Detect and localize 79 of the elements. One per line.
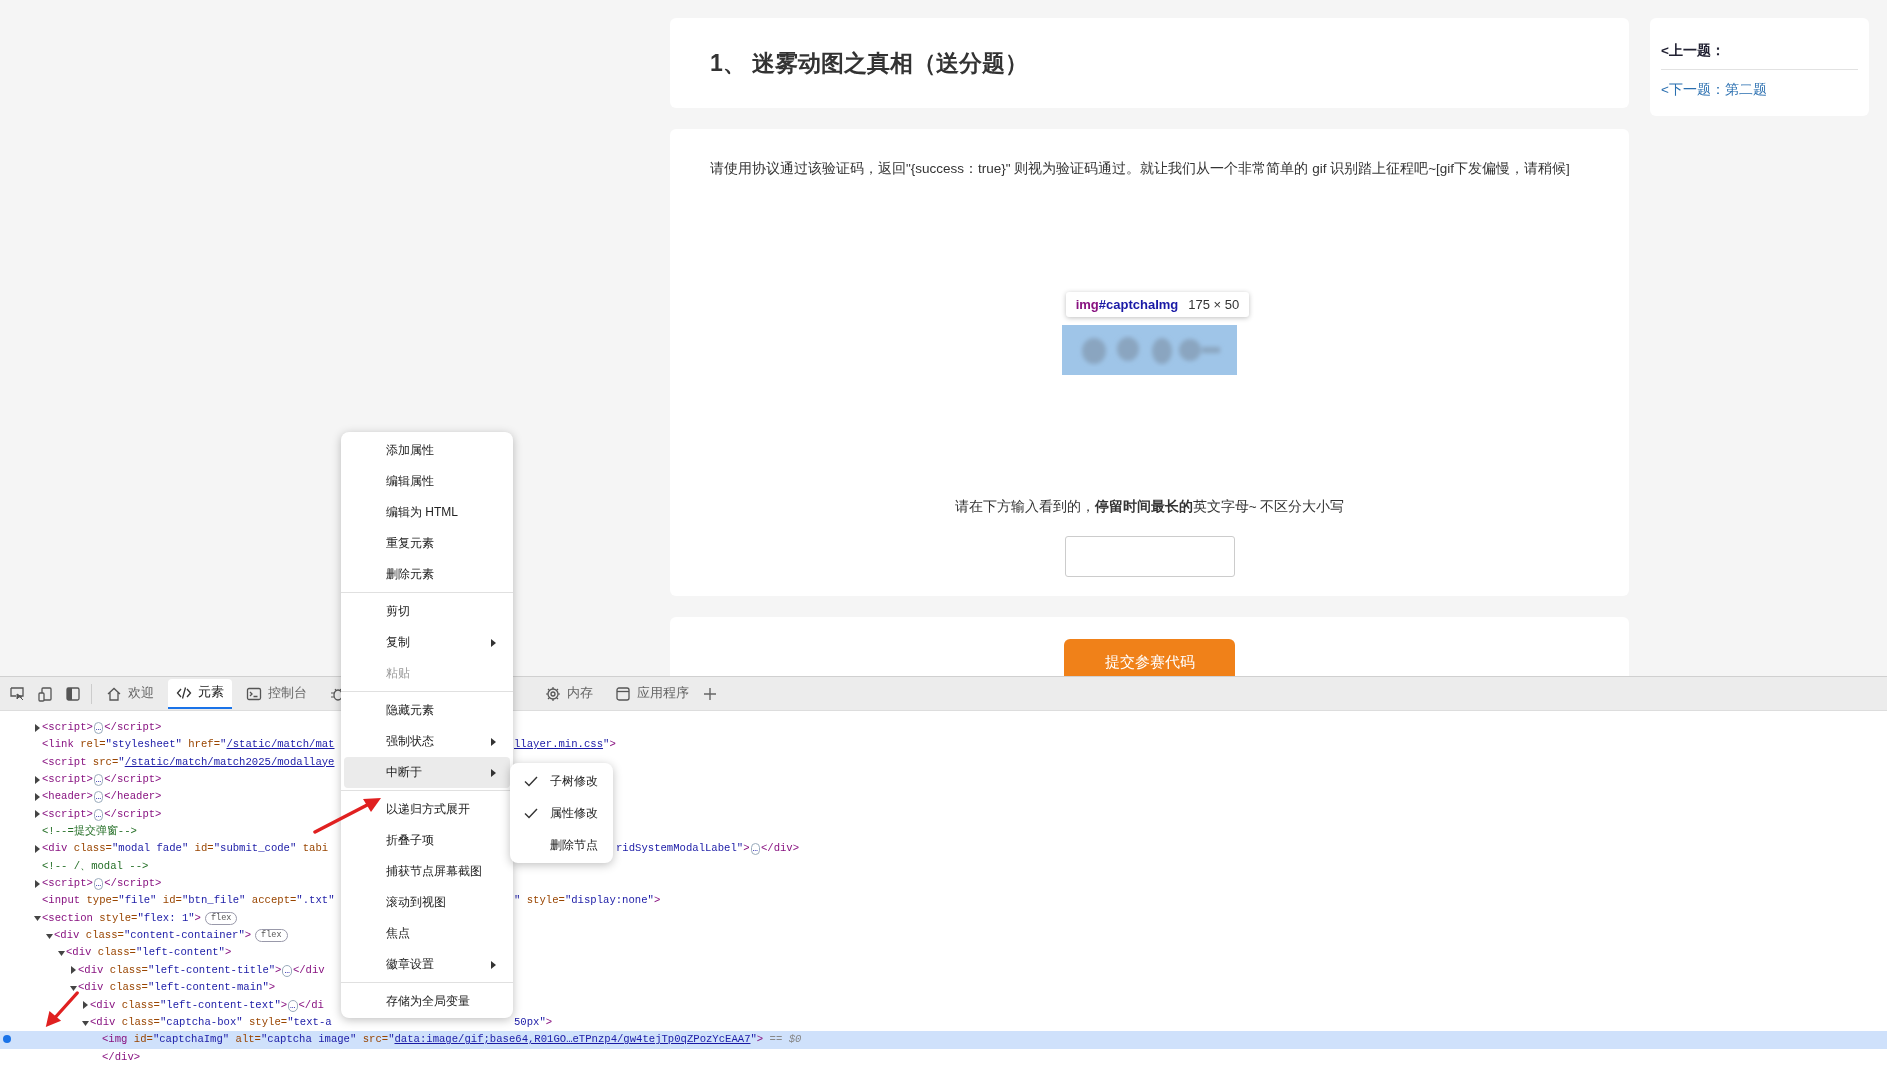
code-line[interactable]: <script> … </script> xyxy=(42,805,162,824)
menu-item[interactable]: 编辑为 HTML xyxy=(344,497,510,528)
code-line-fragment[interactable]: ridSystemModalLabel"> … </div> xyxy=(616,840,800,858)
code-line-fragment[interactable]: llayer.min.css"> xyxy=(514,736,616,754)
menu-item[interactable]: 存储为全局变量 xyxy=(344,986,510,1017)
code-line[interactable]: <script> … </script> xyxy=(42,875,162,893)
window-icon xyxy=(615,685,631,702)
devtools-tab[interactable]: 欢迎 xyxy=(98,678,162,709)
annotation-arrow xyxy=(313,795,383,835)
code-line[interactable]: <div class="left-content-title"> … </div xyxy=(78,961,325,980)
answer-field[interactable] xyxy=(1064,536,1235,577)
selection-dot xyxy=(3,1035,11,1044)
menu-item[interactable]: 滚动到视图 xyxy=(344,887,510,918)
code-line[interactable]: <link rel="stylesheet" href="/static/match/mat xyxy=(42,736,335,754)
expand-toggle-icon[interactable] xyxy=(34,914,41,923)
submenu-item[interactable]: 属性修改 xyxy=(550,804,598,822)
add-icon[interactable] xyxy=(703,686,717,701)
menu-item[interactable]: 焦点 xyxy=(344,918,510,949)
expand-toggle-icon[interactable] xyxy=(58,949,65,958)
expand-toggle-icon[interactable] xyxy=(46,931,53,940)
expand-toggle-icon[interactable] xyxy=(82,1018,89,1027)
menu-item[interactable]: 捕获节点屏幕截图 xyxy=(344,856,510,887)
devtools-tab[interactable]: 控制台 xyxy=(238,678,315,709)
code-line[interactable]: <script src="/static/match/match2025/modallaye xyxy=(42,753,335,772)
code-line[interactable]: <input type="file" id="btn_file" accept=".txt" xyxy=(42,892,335,910)
expand-toggle-icon[interactable] xyxy=(34,793,41,802)
expand-toggle-icon[interactable] xyxy=(82,1001,89,1010)
menu-item[interactable]: 强制状态 xyxy=(344,726,510,757)
menu-item[interactable]: 折叠子项 xyxy=(344,825,510,856)
code-line[interactable]: <div class="left-content-text"> … </di xyxy=(90,996,324,1014)
devtools-tab[interactable]: 应用程序 xyxy=(607,678,697,709)
menu-item[interactable]: 添加属性 xyxy=(344,435,510,466)
code-line[interactable]: </div> xyxy=(102,1048,141,1066)
code-line[interactable]: <section style="flex: 1"> xyxy=(42,909,201,928)
element-tooltip: img#captchaImg 175 × 50 xyxy=(1065,292,1250,317)
code-icon xyxy=(176,684,192,701)
question-link[interactable]: <下一题：第二题 xyxy=(1661,80,1858,100)
devtools-tab[interactable]: 元素 xyxy=(168,678,232,709)
expand-toggle-icon[interactable] xyxy=(34,723,41,732)
home-icon xyxy=(106,685,122,702)
code-line[interactable]: <div class="content-container"> xyxy=(54,927,252,945)
code-line[interactable]: <script> … </script> xyxy=(42,771,162,789)
code-line[interactable]: <!--=提交弹窗--> xyxy=(42,823,137,841)
instruction-text: 请在下方输入看到的，停留时间最长的英文字母~ 不区分大小写 xyxy=(954,498,1345,516)
expand-toggle-icon[interactable] xyxy=(34,845,41,854)
menu-item[interactable]: 中断于 xyxy=(344,757,510,788)
menu-item[interactable]: 删除元素 xyxy=(344,559,510,590)
menu-item[interactable]: 重复元素 xyxy=(344,528,510,559)
expand-toggle-icon[interactable] xyxy=(70,983,77,992)
code-line[interactable]: <header> … </header> xyxy=(42,788,162,806)
expand-toggle-icon[interactable] xyxy=(34,810,41,819)
code-line[interactable]: <!-- /、modal --> xyxy=(42,857,149,876)
console-icon xyxy=(246,685,262,702)
submenu-item[interactable]: 子树修改 xyxy=(550,772,598,790)
submenu-item[interactable]: 删除节点 xyxy=(550,836,598,854)
menu-item[interactable]: 徽章设置 xyxy=(344,949,510,980)
menu-item[interactable]: 隐藏元素 xyxy=(344,695,510,726)
question-title: 1、 迷雾动图之真相（送分题） xyxy=(710,48,1029,78)
menu-item[interactable]: 复制 xyxy=(344,627,510,658)
code-line-fragment[interactable]: " style="display:none"> xyxy=(514,892,661,910)
code-line[interactable]: <div class="left-content-main"> xyxy=(78,979,276,997)
code-line[interactable]: <div class="captcha-box" style="text-a xyxy=(90,1013,332,1032)
menu-item[interactable]: 以递归方式展开 xyxy=(344,794,510,825)
expand-toggle-icon[interactable] xyxy=(70,966,77,975)
annotation-arrow xyxy=(44,990,80,1030)
code-line[interactable]: <div class="modal fade" id="submit_code" tabi xyxy=(42,840,329,858)
code-line-fragment[interactable]: 50px"> xyxy=(514,1013,553,1032)
question-description: 请使用协议通过该验证码，返回"{success：true}" 则视为验证码通过。就让我们从一个非常简单的 gif 识别踏上征程吧~[gif下发偏慢，请稍候] xyxy=(710,160,1570,178)
code-line[interactable]: <div class="left-content"> xyxy=(66,944,232,962)
expand-toggle-icon[interactable] xyxy=(34,879,41,888)
gear-icon xyxy=(545,685,561,702)
code-line[interactable]: <script> … </script> xyxy=(42,719,162,737)
dock-icon[interactable] xyxy=(65,685,81,702)
inspect-icon[interactable] xyxy=(9,685,25,702)
devtools-tab[interactable]: 内存 xyxy=(537,678,601,709)
device-icon[interactable] xyxy=(37,685,53,702)
menu-item[interactable]: 剪切 xyxy=(344,596,510,627)
menu-item[interactable]: 编辑属性 xyxy=(344,466,510,497)
expand-toggle-icon[interactable] xyxy=(34,775,41,784)
